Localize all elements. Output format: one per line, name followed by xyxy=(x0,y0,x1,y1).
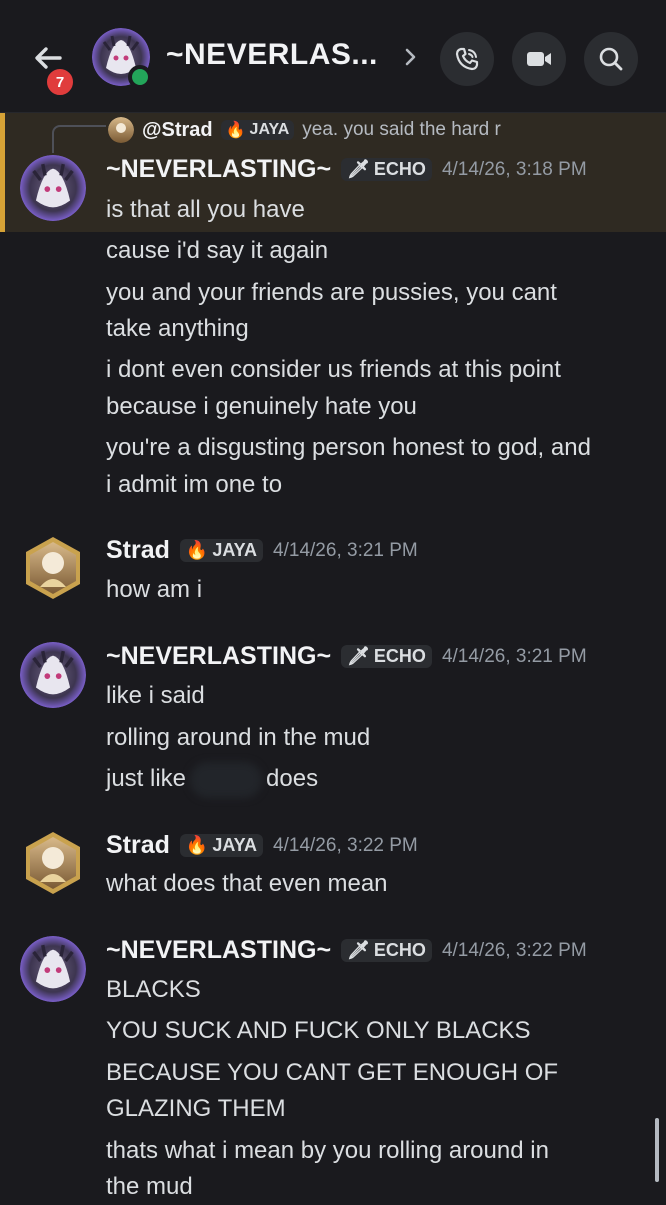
channel-title[interactable]: ~NEVERLAS... xyxy=(166,38,378,72)
channel-header: 7 ~NEVERLAS... xyxy=(0,0,666,113)
clan-tag: 🗡 ECHO xyxy=(341,158,432,181)
message-line: you and your friends are pussies, you ca… xyxy=(106,279,557,306)
reply-preview[interactable]: @Strad 🔥 JAYA yea. you said the hard r xyxy=(108,115,501,145)
message-line: like i said xyxy=(106,682,205,709)
sword-icon: 🗡 xyxy=(347,646,370,666)
reply-text: yea. you said the hard r xyxy=(302,119,501,140)
fire-icon: 🔥 xyxy=(185,540,209,560)
message-timestamp: 4/14/26, 3:21 PM xyxy=(441,645,587,667)
message-line: i dont even consider us friends at this … xyxy=(106,356,561,383)
message-line: how am i xyxy=(106,576,203,603)
reply-author[interactable]: @Strad xyxy=(142,119,213,142)
message-timestamp: 4/14/26, 3:22 PM xyxy=(273,834,418,856)
message-line: cause i'd say it again xyxy=(106,237,329,264)
message-line: GLAZING THEM xyxy=(106,1095,286,1122)
scrollbar-thumb[interactable] xyxy=(655,1118,659,1182)
search-button[interactable] xyxy=(584,32,638,86)
message-author[interactable]: ~NEVERLASTING~ xyxy=(106,642,331,671)
message-text: just like xyxy=(106,765,187,792)
message-line: just like does xyxy=(106,761,318,798)
message-header: ~NEVERLASTING~ 🗡 ECHO 4/14/26, 3:18 PM xyxy=(106,155,587,184)
reply-avatar xyxy=(108,117,134,143)
message-timestamp: 4/14/26, 3:22 PM xyxy=(441,939,587,961)
fire-icon: 🔥 xyxy=(185,835,209,855)
clan-tag: 🔥 JAYA xyxy=(179,539,264,562)
message-line: what does that even mean xyxy=(106,870,388,897)
message-author[interactable]: ~NEVERLASTING~ xyxy=(106,155,331,184)
message-timestamp: 4/14/26, 3:18 PM xyxy=(441,158,587,180)
clan-tag: 🗡 ECHO xyxy=(341,939,432,962)
message-line: BLACKS xyxy=(106,976,201,1003)
video-camera-icon xyxy=(527,52,551,66)
fire-icon: 🔥 xyxy=(225,122,246,139)
author-avatar[interactable] xyxy=(20,830,86,896)
message-line: i admit im one to xyxy=(106,471,283,498)
message-line: take anything xyxy=(106,315,249,342)
message-line: rolling around in the mud xyxy=(106,724,371,751)
message-line: YOU SUCK AND FUCK ONLY BLACKS xyxy=(106,1017,531,1044)
author-avatar[interactable] xyxy=(20,155,86,221)
message-header: ~NEVERLASTING~ 🗡 ECHO 4/14/26, 3:22 PM xyxy=(106,936,587,965)
message-author[interactable]: Strad xyxy=(106,536,170,565)
reply-tag: 🔥 JAYA xyxy=(220,120,295,140)
phone-call-icon xyxy=(455,47,479,71)
message-header: Strad 🔥 JAYA 4/14/26, 3:22 PM xyxy=(106,831,418,860)
online-status-dot xyxy=(128,65,152,89)
chevron-right-icon[interactable] xyxy=(400,42,422,72)
sword-icon: 🗡 xyxy=(347,159,370,179)
message-line: BECAUSE YOU CANT GET ENOUGH OF xyxy=(106,1059,559,1086)
search-icon xyxy=(599,47,623,71)
message-text: does xyxy=(266,765,319,792)
author-avatar[interactable] xyxy=(20,936,86,1002)
redacted-blur xyxy=(190,761,263,798)
message-line: you're a disgusting person honest to god… xyxy=(106,434,591,461)
author-avatar[interactable] xyxy=(20,535,86,601)
message-header: Strad 🔥 JAYA 4/14/26, 3:21 PM xyxy=(106,536,418,565)
reply-connector xyxy=(52,125,106,153)
message-line: because i genuinely hate you xyxy=(106,393,417,420)
message-author[interactable]: ~NEVERLASTING~ xyxy=(106,936,331,965)
unread-badge: 7 xyxy=(44,66,76,98)
message-line: is that all you have xyxy=(106,196,305,223)
message-line: thats what i mean by you rolling around … xyxy=(106,1137,549,1164)
voice-call-button[interactable] xyxy=(440,32,494,86)
video-call-button[interactable] xyxy=(512,32,566,86)
message-timestamp: 4/14/26, 3:21 PM xyxy=(273,539,418,561)
sword-icon: 🗡 xyxy=(347,940,370,960)
message-author[interactable]: Strad xyxy=(106,831,170,860)
clan-tag: 🔥 JAYA xyxy=(179,834,264,857)
clan-tag: 🗡 ECHO xyxy=(341,645,432,668)
author-avatar[interactable] xyxy=(20,642,86,708)
message-header: ~NEVERLASTING~ 🗡 ECHO 4/14/26, 3:21 PM xyxy=(106,642,587,671)
